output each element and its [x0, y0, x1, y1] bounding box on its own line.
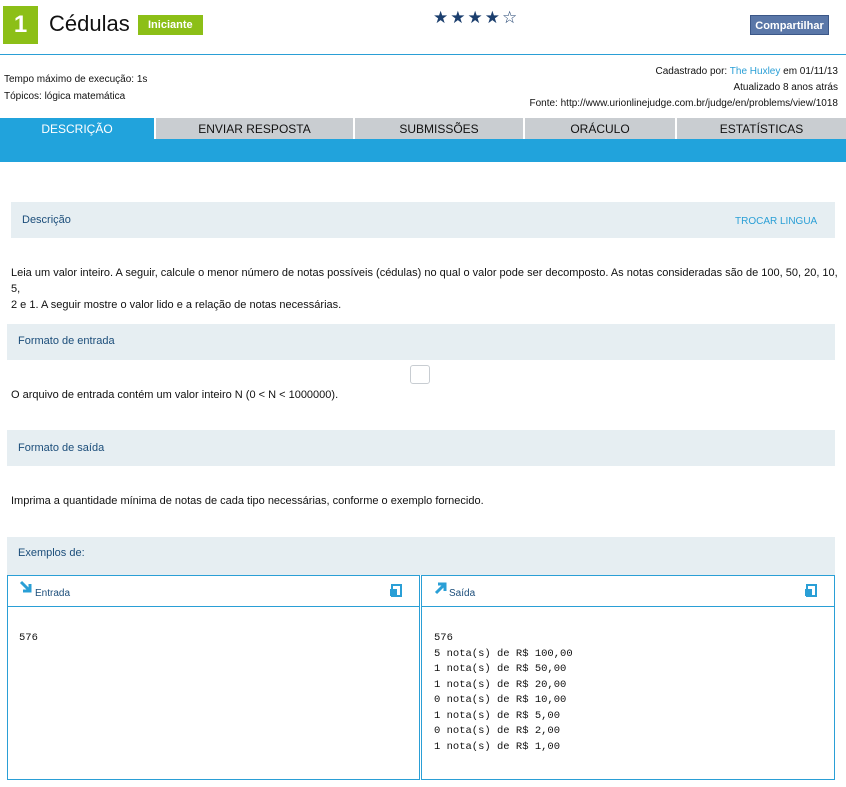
example-output-header: Saída — [422, 576, 834, 607]
example-input-header: Entrada — [8, 576, 419, 607]
tab-submissions[interactable]: SUBMISSÕES — [355, 118, 525, 139]
example-input-box: Entrada 576 — [7, 575, 420, 780]
tab-statistics[interactable]: ESTATÍSTICAS — [677, 118, 846, 139]
difficulty-rating: ★★★★☆ — [433, 8, 520, 27]
output-format-title: Formato de saída — [18, 442, 105, 454]
output-format-text: Imprima a quantidade mínima de notas de … — [11, 495, 484, 507]
description-title: Descrição — [22, 214, 71, 226]
header-divider — [0, 54, 846, 55]
registered-user-link[interactable]: The Huxley — [730, 66, 781, 77]
examples-title: Exemplos de: — [18, 547, 85, 559]
problem-number-badge: 1 — [3, 6, 38, 44]
examples-header — [7, 537, 835, 575]
example-input-label: Entrada — [35, 588, 71, 599]
registered-suffix: em 01/11/13 — [780, 66, 838, 77]
copy-output-icon[interactable] — [804, 583, 818, 600]
input-format-header — [7, 324, 835, 360]
input-format-title: Formato de entrada — [18, 335, 115, 347]
switch-language-link[interactable]: TROCAR LINGUA — [735, 216, 817, 227]
tab-oracle[interactable]: ORÁCULO — [525, 118, 677, 139]
page-title: Cédulas — [49, 11, 130, 36]
updated-ago: Atualizado 8 anos atrás — [733, 82, 838, 93]
empty-box-icon — [410, 365, 430, 384]
level-badge: Iniciante — [138, 15, 203, 35]
topics: Tópicos: lógica matemática — [4, 91, 126, 102]
input-format-text: O arquivo de entrada contém um valor int… — [11, 389, 339, 401]
output-format-header — [7, 430, 835, 466]
example-output-label: Saída — [449, 588, 476, 599]
arrow-out-icon — [433, 580, 449, 599]
arrow-in-icon — [19, 580, 35, 599]
description-line-2: 2 e 1. A seguir mostre o valor lido e a … — [11, 299, 342, 311]
tab-submit-answer[interactable]: ENVIAR RESPOSTA — [156, 118, 355, 139]
time-limit: Tempo máximo de execução: 1s — [4, 74, 148, 85]
registered-by: Cadastrado por: The Huxley em 01/11/13 — [655, 66, 838, 77]
example-output-box: Saída 576 5 nota(s) de R$ 100,00 1 nota(… — [421, 575, 835, 780]
description-line-1: Leia um valor inteiro. A seguir, calcule… — [11, 267, 838, 295]
description-header — [11, 202, 835, 238]
copy-input-icon[interactable] — [389, 583, 403, 600]
source-url: Fonte: http://www.urionlinejudge.com.br/… — [529, 98, 838, 109]
share-button[interactable]: Compartilhar — [750, 15, 829, 35]
tab-description[interactable]: DESCRIÇÃO — [0, 118, 156, 139]
example-output-text: 576 5 nota(s) de R$ 100,00 1 nota(s) de … — [434, 632, 573, 753]
registered-prefix: Cadastrado por: — [655, 66, 730, 77]
example-input-text: 576 — [19, 632, 38, 644]
description-text: Leia um valor inteiro. A seguir, calcule… — [11, 265, 841, 313]
